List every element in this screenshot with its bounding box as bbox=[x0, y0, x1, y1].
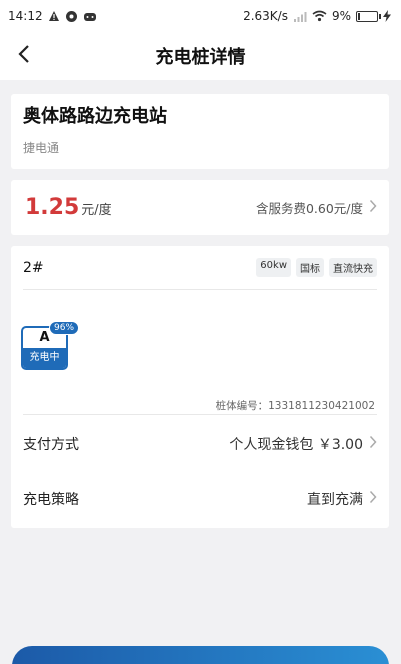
status-right: 2.63K/s 9% bbox=[243, 9, 391, 23]
tag-type: 直流快充 bbox=[329, 258, 377, 277]
station-name: 奥体路路边充电站 bbox=[23, 106, 167, 127]
battery-percent: 9% bbox=[331, 9, 351, 23]
chevron-right-icon bbox=[369, 490, 377, 508]
network-speed: 2.63K/s bbox=[243, 9, 288, 23]
service-fee: 含服务费0.60元/度 bbox=[255, 201, 363, 216]
notification-icon bbox=[65, 10, 78, 23]
chevron-right-icon bbox=[369, 435, 377, 453]
payment-value-group: 个人现金钱包 ￥3.00 bbox=[229, 434, 377, 454]
chevron-left-icon bbox=[17, 44, 31, 68]
pile-serial: 桩体编号：1331811230421002 bbox=[215, 400, 375, 412]
price: 1.25 元/度 bbox=[25, 195, 112, 220]
charging-strategy-row[interactable]: 充电策略 直到充满 bbox=[23, 479, 377, 519]
strategy-value-group: 直到充满 bbox=[307, 489, 377, 509]
station-card: 奥体路路边充电站 捷电通 bbox=[11, 94, 389, 169]
connector-status: 充电中 bbox=[23, 348, 66, 368]
price-card[interactable]: 1.25 元/度 含服务费0.60元/度 bbox=[11, 180, 389, 235]
status-bar: 14:12 2.63K/s 9% bbox=[0, 0, 401, 32]
back-button[interactable] bbox=[10, 42, 38, 70]
status-left: 14:12 bbox=[8, 9, 97, 23]
tag-standard: 国标 bbox=[296, 258, 324, 277]
status-time: 14:12 bbox=[8, 9, 43, 23]
page-title: 充电桩详情 bbox=[155, 47, 246, 68]
warning-icon bbox=[48, 10, 60, 22]
game-icon bbox=[83, 10, 97, 22]
pile-number: 2# bbox=[23, 259, 44, 276]
pile-tags: 60kw 国标 直流快充 bbox=[256, 258, 377, 277]
payment-method-row[interactable]: 支付方式 个人现金钱包 ￥3.00 bbox=[23, 424, 377, 464]
battery-icon bbox=[356, 10, 381, 22]
charging-icon bbox=[383, 10, 391, 22]
strategy-label: 充电策略 bbox=[23, 492, 79, 508]
wifi-icon bbox=[312, 10, 327, 22]
payment-value: 个人现金钱包 ￥3.00 bbox=[229, 437, 363, 453]
operator-name: 捷电通 bbox=[23, 141, 60, 155]
bottom-action-button[interactable] bbox=[12, 646, 389, 664]
pile-header: 2# 60kw 国标 直流快充 bbox=[23, 246, 377, 290]
price-unit: 元/度 bbox=[81, 203, 112, 218]
divider bbox=[23, 414, 377, 415]
strategy-value: 直到充满 bbox=[307, 492, 363, 508]
page: 14:12 2.63K/s 9% 充电桩详情 奥体路路边充电站 捷电通 1.25… bbox=[0, 0, 401, 664]
header: 充电桩详情 bbox=[0, 32, 401, 80]
price-value: 1.25 bbox=[25, 195, 80, 220]
pile-card: 2# 60kw 国标 直流快充 A 充电中 96% 桩体编号：133181123… bbox=[11, 246, 389, 528]
service-fee-link[interactable]: 含服务费0.60元/度 bbox=[256, 198, 377, 217]
connector-a[interactable]: A 充电中 96% bbox=[21, 321, 80, 370]
payment-label: 支付方式 bbox=[23, 437, 79, 453]
charge-percent-badge: 96% bbox=[49, 321, 80, 335]
battery-fill bbox=[358, 12, 360, 20]
signal-icon bbox=[293, 11, 307, 22]
tag-power: 60kw bbox=[256, 258, 291, 277]
chevron-right-icon bbox=[369, 199, 377, 216]
